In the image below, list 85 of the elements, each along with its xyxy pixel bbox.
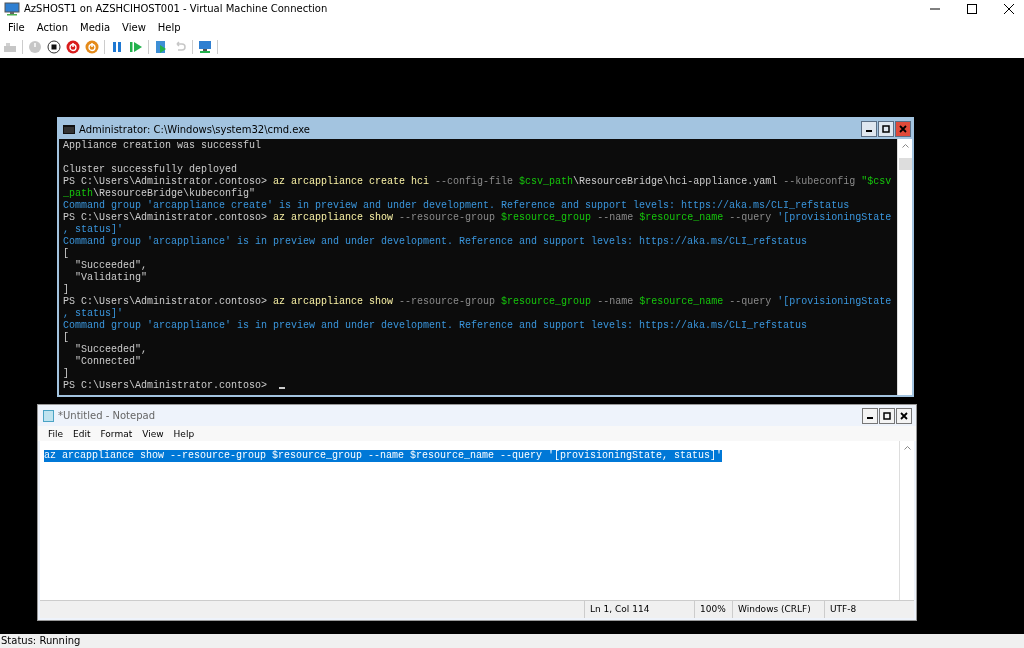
console-text: --name: [596, 212, 635, 223]
menu-item[interactable]: Media: [74, 19, 117, 35]
status-text: Status: Running: [0, 635, 81, 647]
console-text: PS C:\Users\Administrator.contoso>: [63, 176, 269, 187]
menu-item[interactable]: Format: [95, 428, 138, 439]
menu-item[interactable]: Action: [30, 19, 75, 35]
console-text: az arcappliance create hci: [273, 176, 430, 187]
maximize-button[interactable]: [878, 121, 894, 137]
console-text: ]: [63, 368, 69, 379]
console-text: "$csv: [861, 176, 892, 187]
status-text: UTF-8: [824, 601, 914, 618]
console-text: Command group 'arcappliance create' is in preview and under development. Reference and support levels: https://aka.ms/CLI_refstatus: [63, 200, 850, 211]
window-title: AzSHOST1 on AZSHCIHOST001 - Virtual Machine Connection: [24, 3, 328, 14]
console-text: az arcappliance show: [273, 212, 394, 223]
console-text: _path: [63, 188, 93, 199]
console-text: PS C:\Users\Administrator.contoso>: [63, 212, 269, 223]
notepad-icon: [43, 409, 54, 422]
console-text: --query: [728, 296, 773, 307]
editor-text: az arcappliance show --resource-group $resource_group --name $resource_name --query '[provisioningState, status]': [44, 450, 723, 462]
menu-item[interactable]: Help: [168, 428, 200, 439]
console-text: '[provisioningState: [777, 296, 892, 307]
play-icon[interactable]: [129, 40, 143, 54]
minimize-button[interactable]: [862, 407, 878, 424]
power-icon[interactable]: [66, 40, 80, 54]
console-text: "Validating": [74, 272, 147, 283]
console-text: \ResourceBridge\hci-appliance.yaml: [573, 176, 778, 187]
status-text: Ln 1, Col 114: [584, 601, 694, 618]
console-text: "Succeeded",: [74, 260, 147, 271]
maximize-icon[interactable]: [882, 125, 890, 133]
menu-item[interactable]: Edit: [68, 428, 96, 439]
menu-item[interactable]: View: [116, 19, 152, 35]
console-text: \ResourceBridge\kubeconfig": [93, 188, 256, 199]
console-text: $csv_path: [519, 176, 574, 187]
console-text: Command group 'arcappliance' is in preview and under development. Reference and support levels: https://aka.ms/CLI_refstatus: [63, 236, 808, 247]
console-title: Administrator: C:\Windows\system32\cmd.exe: [79, 123, 311, 135]
menu-item[interactable]: File: [2, 19, 31, 35]
console-text: Appliance creation was successful: [63, 140, 262, 151]
minimize-button[interactable]: [861, 121, 877, 137]
menu-item[interactable]: Help: [151, 19, 187, 35]
close-icon[interactable]: [1004, 3, 1014, 14]
console-text: --query: [728, 212, 773, 223]
console-text: [: [63, 248, 69, 259]
pause-icon[interactable]: [110, 40, 124, 54]
console-text: --kubeconfig: [782, 176, 857, 187]
console-text: '[provisioningState: [777, 212, 892, 223]
monitor-icon: [4, 1, 20, 16]
console-text: --name: [596, 296, 635, 307]
console-text: Command group 'arcappliance' is in preview and under development. Reference and support levels: https://aka.ms/CLI_refstatus: [63, 320, 808, 331]
console-icon: [63, 124, 75, 134]
console-text: Cluster successfully deployed: [63, 164, 238, 175]
console-text: "Connected": [74, 356, 141, 367]
power-icon[interactable]: [85, 40, 99, 54]
status-text: 100%: [694, 601, 732, 618]
console-text: $resource_name: [639, 296, 724, 307]
scrollbar[interactable]: [899, 441, 914, 600]
menu-item[interactable]: View: [137, 428, 169, 439]
console-text: PS C:\Users\Administrator.contoso>: [63, 296, 269, 307]
maximize-icon[interactable]: [883, 411, 891, 420]
console-text: ]: [63, 284, 69, 295]
menu-item[interactable]: File: [43, 428, 69, 439]
console-text: --config-file: [434, 176, 515, 187]
notepad-title: *Untitled - Notepad: [58, 410, 156, 421]
scrollbar[interactable]: [897, 139, 912, 395]
console-text: $resource_group: [501, 212, 592, 223]
console-text: "Succeeded",: [74, 344, 147, 355]
console-text: --resource-group: [398, 296, 497, 307]
console-text: , status]': [63, 308, 123, 319]
console-text: PS C:\Users\Administrator.contoso>: [63, 380, 269, 391]
stop-icon[interactable]: [47, 40, 61, 54]
chevron-up-icon[interactable]: [901, 144, 909, 148]
console-text: , status]': [63, 224, 123, 235]
close-icon[interactable]: [900, 411, 908, 420]
console-text: az arcappliance show: [273, 296, 394, 307]
close-button[interactable]: [896, 407, 912, 424]
maximize-button[interactable]: [879, 407, 895, 424]
document-icon[interactable]: [154, 40, 168, 54]
maximize-icon[interactable]: [967, 3, 977, 14]
status-text: Windows (CRLF): [732, 601, 824, 618]
scrollbar-thumb[interactable]: [898, 158, 912, 170]
console-text: $resource_group: [501, 296, 592, 307]
monitor-icon[interactable]: [198, 40, 212, 54]
console-text: --resource-group: [398, 212, 497, 223]
chevron-up-icon[interactable]: [903, 446, 911, 450]
console-text: [: [63, 332, 69, 343]
console-text: $resource_name: [639, 212, 724, 223]
